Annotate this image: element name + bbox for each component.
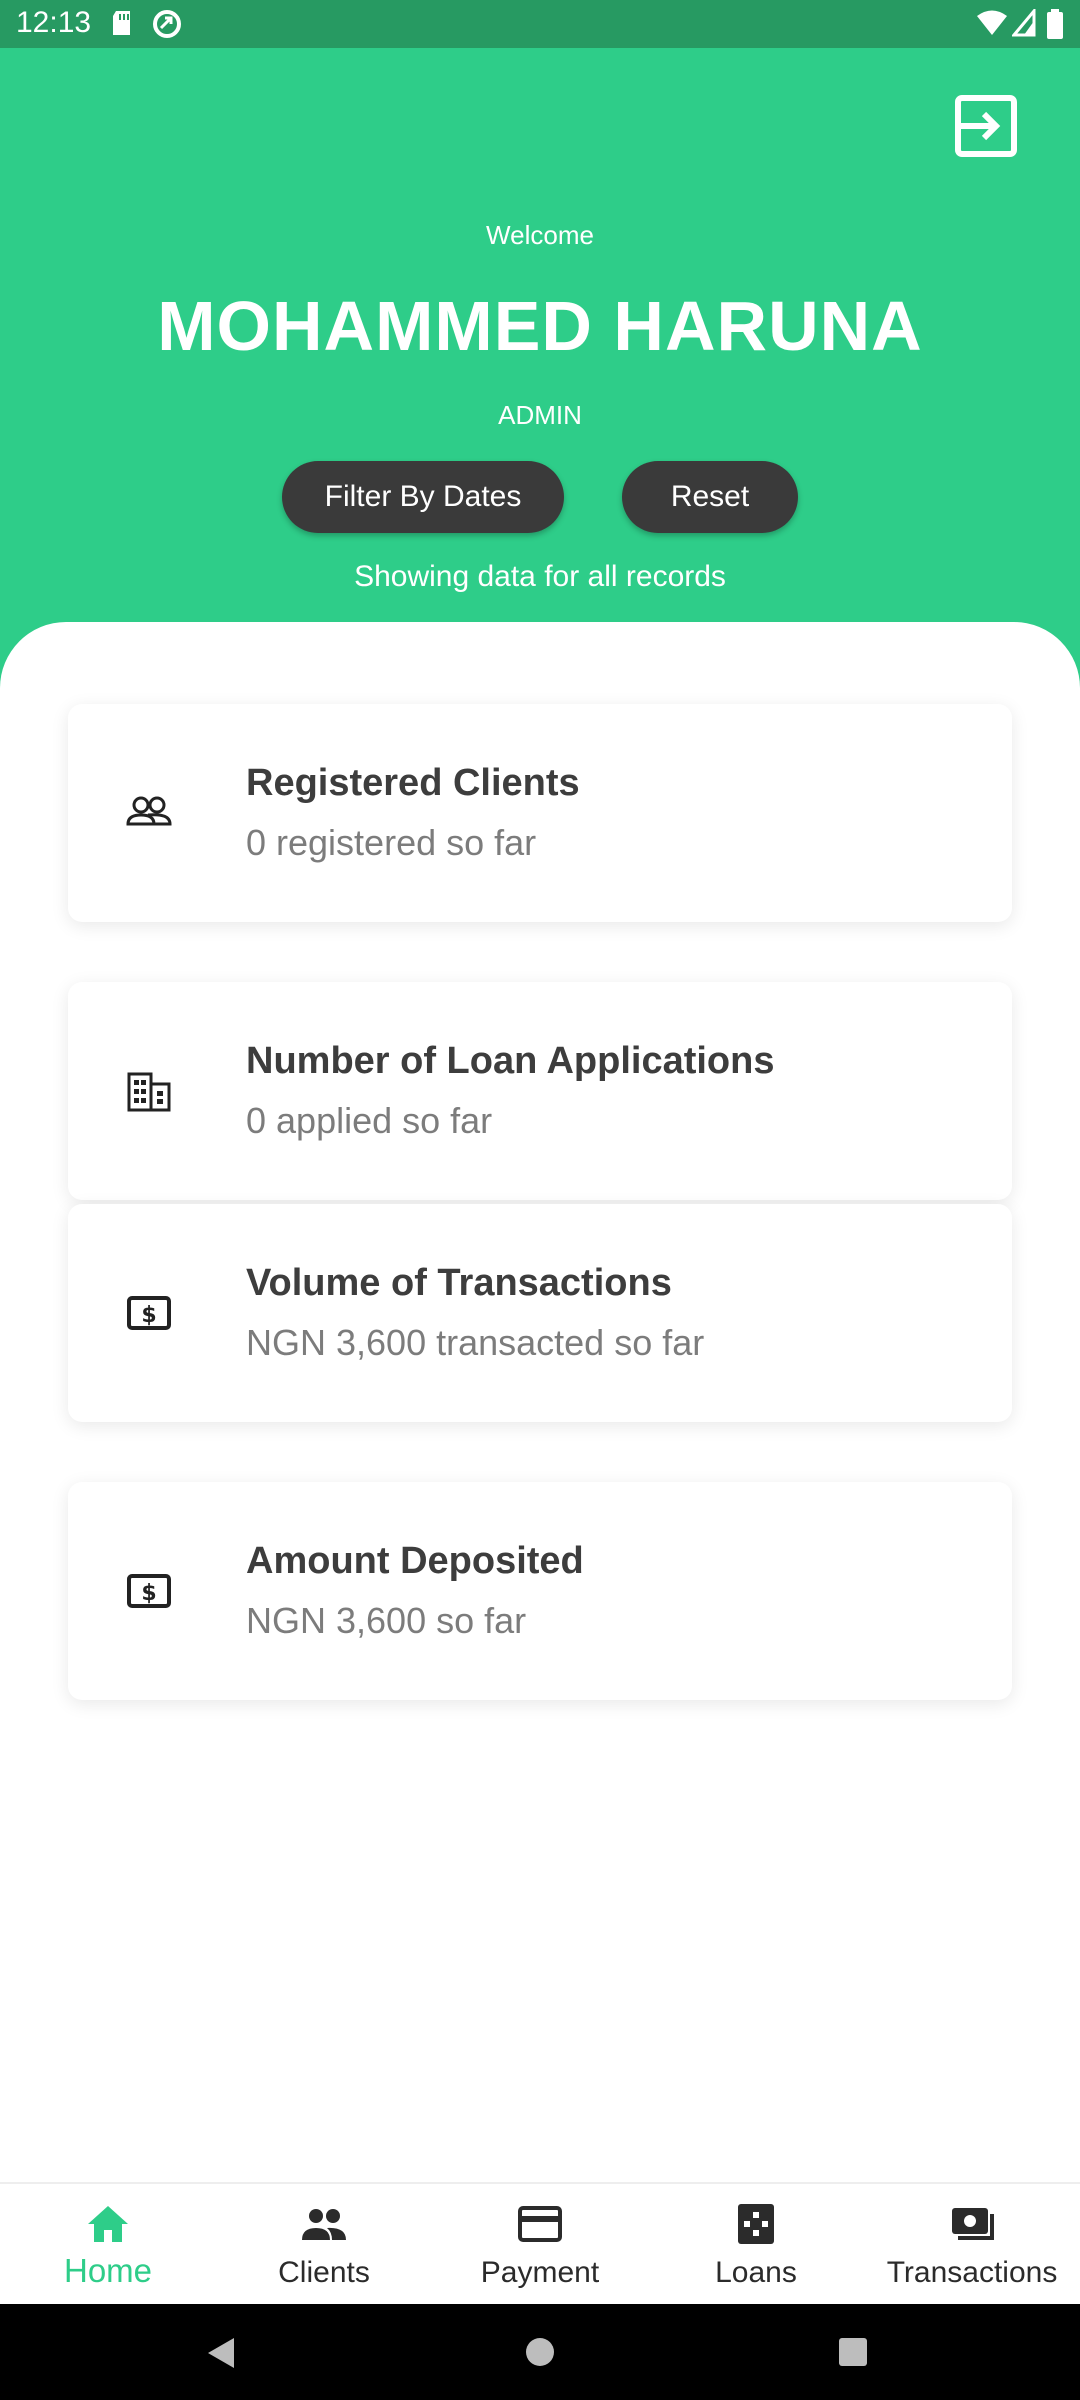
welcome-text: Welcome (486, 220, 594, 250)
amount-deposited-card[interactable]: $ Amount Deposited NGN 3,600 so far (68, 1482, 1012, 1700)
card-title: Number of Loan Applications (246, 1040, 775, 1082)
logout-icon[interactable] (952, 92, 1020, 160)
nav-label: Payment (480, 2256, 600, 2289)
user-role: ADMIN (498, 400, 582, 430)
system-nav-bar (0, 2304, 1080, 2400)
building-icon (127, 1072, 171, 1112)
nav-label: Transactions (886, 2256, 1058, 2289)
card-icon (518, 2206, 562, 2242)
home-icon (88, 2206, 128, 2242)
dollar-icon: $ (127, 1296, 171, 1330)
people-icon (126, 796, 172, 826)
nav-transactions[interactable]: Transactions (864, 2184, 1080, 2306)
card-title: Volume of Transactions (246, 1262, 672, 1304)
nav-label: Home (63, 2252, 153, 2289)
nav-label: Clients (278, 2256, 370, 2289)
wifi-icon (977, 10, 1007, 35)
nav-loans[interactable]: Loans (648, 2184, 864, 2306)
sd-card-icon (113, 11, 130, 35)
card-subtitle: 0 registered so far (246, 822, 537, 863)
card-subtitle: NGN 3,600 so far (246, 1600, 527, 1641)
battery-icon (1047, 9, 1063, 39)
nav-home[interactable]: Home (0, 2184, 216, 2306)
svg-text:$: $ (141, 1303, 156, 1328)
loans-icon (738, 2204, 774, 2244)
recents-icon[interactable] (839, 2338, 867, 2366)
card-title: Registered Clients (246, 762, 580, 804)
nav-label: Loans (715, 2256, 797, 2289)
header: Welcome MOHAMMED HARUNA ADMIN Filter By … (0, 48, 1080, 688)
volume-transactions-card[interactable]: $ Volume of Transactions NGN 3,600 trans… (68, 1204, 1012, 1422)
signal-icon (1012, 9, 1036, 37)
back-icon[interactable] (206, 2336, 236, 2370)
bottom-nav: Home Clients Payment Loans Transactions (0, 2182, 1080, 2306)
status-time: 12:13 (16, 6, 92, 39)
cash-icon (952, 2208, 994, 2240)
clients-icon (302, 2209, 346, 2240)
nav-clients[interactable]: Clients (216, 2184, 432, 2306)
registered-clients-card[interactable]: Registered Clients 0 registered so far (68, 704, 1012, 922)
reset-button[interactable]: Reset (622, 461, 798, 533)
loan-applications-card[interactable]: Number of Loan Applications 0 applied so… (68, 982, 1012, 1200)
dollar-icon: $ (127, 1574, 171, 1608)
svg-text:$: $ (141, 1581, 156, 1606)
sync-icon (153, 10, 181, 38)
dashboard-content: Registered Clients 0 registered so far N… (0, 622, 1080, 2182)
filter-by-dates-button[interactable]: Filter By Dates (282, 461, 564, 533)
card-subtitle: NGN 3,600 transacted so far (246, 1322, 705, 1363)
card-subtitle: 0 applied so far (246, 1100, 493, 1141)
status-bar: 12:13 (0, 0, 1080, 48)
showing-data-text: Showing data for all records (354, 560, 726, 593)
card-title: Amount Deposited (246, 1540, 584, 1582)
home-circle-icon[interactable] (525, 2337, 555, 2367)
user-name: MOHAMMED HARUNA (157, 287, 923, 365)
nav-payment[interactable]: Payment (432, 2184, 648, 2306)
